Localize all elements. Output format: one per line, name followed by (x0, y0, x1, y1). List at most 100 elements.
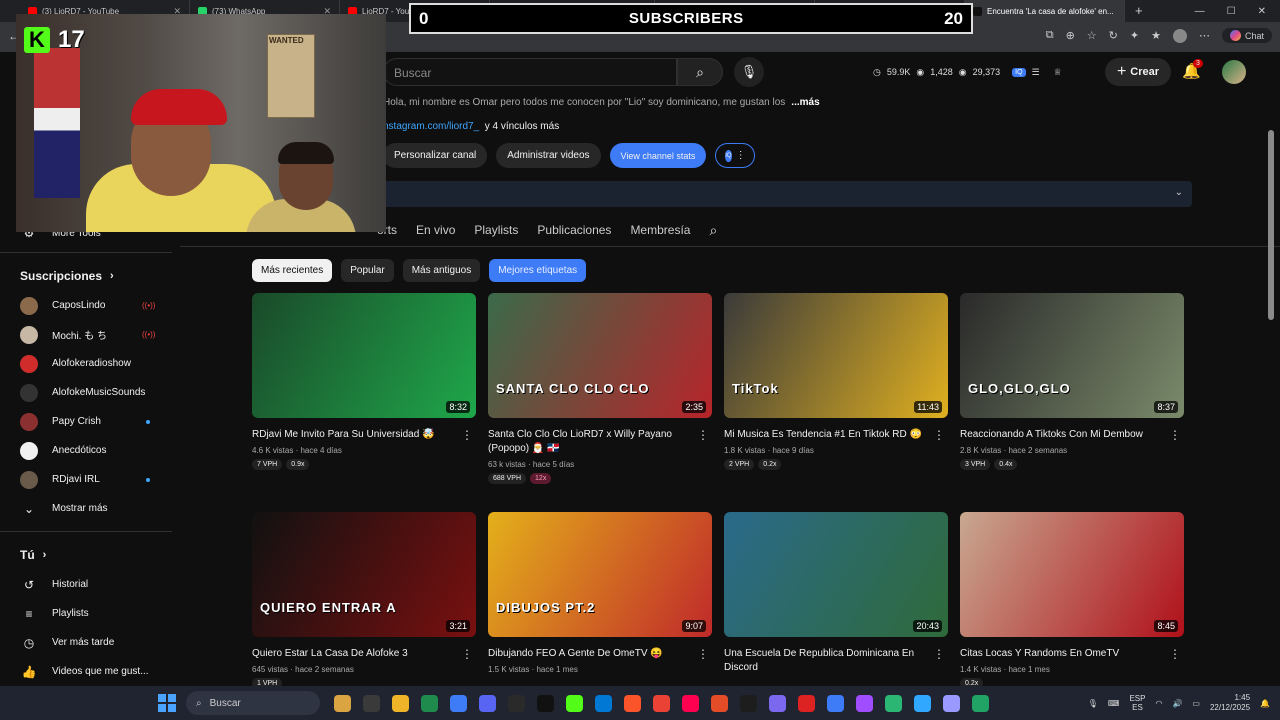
tab-membership[interactable]: Membresía (630, 223, 690, 237)
more-vertical-icon[interactable]: ⋮ (697, 647, 709, 661)
maximize-icon[interactable]: ☐ (1227, 6, 1236, 17)
manage-videos-button[interactable]: Administrar videos (496, 143, 601, 168)
taskbar-app-icon[interactable] (421, 694, 438, 712)
refresh-icon[interactable]: ↻ (1109, 29, 1118, 42)
taskbar-app-icon[interactable] (450, 694, 467, 712)
taskbar-app-icon[interactable] (479, 694, 496, 712)
sidebar-item-history[interactable]: ↺ Historial (0, 570, 176, 599)
page-scrollbar[interactable] (1268, 130, 1274, 320)
video-title[interactable]: Santa Clo Clo Clo LioRD7 x Willy Payano … (488, 428, 698, 456)
more-vertical-icon[interactable]: ⋮ (933, 428, 945, 442)
you-header[interactable]: Tú › (0, 540, 176, 570)
video-card[interactable]: SANTA CLO CLO CLO 2:35 Santa Clo Clo Clo L… (488, 293, 712, 484)
video-card[interactable]: DIBUJOS PT.2 9:07 Dibujando FEO A Gente De… (488, 512, 712, 674)
taskbar-app-icon[interactable] (537, 694, 554, 712)
vidiq-menu-button[interactable]: IQ ⋮ (715, 143, 756, 168)
subscription-item[interactable]: Mochi. も ち ((•)) (0, 320, 176, 349)
subscription-item[interactable]: Papy Crish (0, 407, 176, 436)
taskbar-app-icon[interactable] (595, 694, 612, 712)
notification-icon[interactable]: 🔔 (1260, 699, 1270, 708)
video-title[interactable]: Quiero Estar La Casa De Alofoke 3 (252, 647, 462, 661)
copilot-chat-button[interactable]: Chat (1221, 28, 1272, 43)
chevron-down-icon[interactable]: ⌄ (1175, 187, 1183, 198)
more-vertical-icon[interactable]: ⋮ (461, 428, 473, 442)
taskbar-app-icon[interactable] (943, 694, 960, 712)
taskbar-app-icon[interactable] (769, 694, 786, 712)
subscriptions-header[interactable]: Suscripciones › (0, 261, 176, 291)
profile-icon[interactable] (1172, 28, 1187, 43)
tab-posts[interactable]: Publicaciones (537, 223, 611, 237)
video-thumbnail[interactable]: GLO,GLO,GLO 8:37 (960, 293, 1184, 418)
subscription-item[interactable]: CaposLindo ((•)) (0, 291, 176, 320)
language-indicator[interactable]: ESP ES (1129, 694, 1145, 712)
search-input[interactable]: Buscar (383, 58, 677, 86)
voice-search-button[interactable]: 🎙 (734, 57, 764, 87)
subscription-item[interactable]: AlofokeMusicSounds (0, 378, 176, 407)
video-thumbnail[interactable]: 8:32 (252, 293, 476, 418)
menu-dots-icon[interactable]: ⋯ (1199, 29, 1210, 42)
list-icon[interactable]: ☰ (1032, 67, 1040, 78)
new-tab-icon[interactable]: + (1125, 0, 1153, 22)
trophy-icon[interactable]: ♕ (1054, 67, 1062, 78)
video-title[interactable]: Citas Locas Y Randoms En OmeTV (960, 647, 1170, 661)
windows-start-icon[interactable] (158, 694, 176, 712)
zoom-icon[interactable]: ⊕ (1066, 29, 1075, 42)
taskbar-app-icon[interactable] (334, 694, 351, 712)
taskbar-app-icon[interactable] (624, 694, 641, 712)
video-card[interactable]: 8:32 RDjavi Me Invito Para Su Universidad… (252, 293, 476, 470)
bookmark-star-icon[interactable]: ☆ (1087, 29, 1097, 42)
close-window-icon[interactable]: ✕ (1258, 6, 1266, 17)
more-vertical-icon[interactable]: ⋮ (461, 647, 473, 661)
taskbar-app-icon[interactable] (566, 694, 583, 712)
taskbar-app-icon[interactable] (653, 694, 670, 712)
taskbar-app-icon[interactable] (711, 694, 728, 712)
filter-best-tags[interactable]: Mejores etiquetas (489, 259, 587, 282)
account-avatar[interactable] (1222, 60, 1246, 84)
taskbar-app-icon[interactable] (885, 694, 902, 712)
create-button[interactable]: + Crear (1105, 58, 1171, 86)
sidebar-item-liked-videos[interactable]: 👍 Videos que me gust... (0, 657, 176, 686)
description-more-link[interactable]: ...más (791, 97, 819, 108)
video-thumbnail[interactable]: TikTok 11:43 (724, 293, 948, 418)
tab-playlists[interactable]: Playlists (474, 223, 518, 237)
taskbar-app-icon[interactable] (508, 694, 525, 712)
taskbar-app-icon[interactable] (392, 694, 409, 712)
favorites-icon[interactable]: ★ (1151, 29, 1161, 42)
subscription-item[interactable]: RDjavi IRL (0, 465, 176, 494)
volume-icon[interactable]: 🔊 (1172, 699, 1182, 708)
wifi-icon[interactable]: ◠ (1155, 699, 1162, 708)
video-thumbnail[interactable]: DIBUJOS PT.2 9:07 (488, 512, 712, 637)
filter-popular[interactable]: Popular (341, 259, 394, 282)
puzzle-icon[interactable]: ✦ (1130, 29, 1139, 42)
taskbar-app-icon[interactable] (856, 694, 873, 712)
more-vertical-icon[interactable]: ⋮ (1169, 647, 1181, 661)
filter-recent[interactable]: Más recientes (252, 259, 333, 282)
search-button[interactable]: ⌕ (677, 58, 723, 86)
video-thumbnail[interactable]: QUIERO ENTRAR A 3:21 (252, 512, 476, 637)
video-title[interactable]: Una Escuela De Republica Dominicana En D… (724, 647, 934, 675)
more-vertical-icon[interactable]: ⋮ (1169, 428, 1181, 442)
taskbar-search[interactable]: ⌕ Buscar (186, 691, 320, 715)
video-title[interactable]: Mi Musica Es Tendencia #1 En Tiktok RD 😳 (724, 428, 934, 442)
instagram-link[interactable]: nstagram.com/liord7_ (383, 121, 479, 132)
extension-icon[interactable]: ⧉ (1046, 29, 1054, 42)
battery-icon[interactable]: ▭ (1192, 699, 1200, 708)
sidebar-item-watch-later[interactable]: ◷ Ver más tarde (0, 628, 176, 657)
taskbar-app-icon[interactable] (740, 694, 757, 712)
taskbar-app-icon[interactable] (827, 694, 844, 712)
video-title[interactable]: Dibujando FEO A Gente De OmeTV 😝 (488, 647, 698, 661)
show-more-button[interactable]: ⌄ Mostrar más (0, 494, 176, 523)
filter-oldest[interactable]: Más antiguos (402, 259, 481, 282)
keyboard-icon[interactable]: ⌨ (1108, 699, 1120, 708)
minimize-icon[interactable]: — (1195, 6, 1205, 17)
subscription-item[interactable]: Anecdóticos (0, 436, 176, 465)
video-title[interactable]: Reaccionando A Tiktoks Con Mi Dembow (960, 428, 1170, 442)
tab-live[interactable]: En vivo (416, 223, 455, 237)
view-channel-stats-button[interactable]: View channel stats (609, 143, 707, 168)
more-vertical-icon[interactable]: ⋮ (933, 647, 945, 661)
browser-tab[interactable]: Encuentra 'La casa de alofoke' en...✕ (965, 0, 1125, 22)
subscription-item[interactable]: Alofokeradioshow (0, 349, 176, 378)
video-card[interactable]: QUIERO ENTRAR A 3:21 Quiero Estar La Casa … (252, 512, 476, 689)
video-thumbnail[interactable]: 8:45 (960, 512, 1184, 637)
taskbar-app-icon[interactable] (682, 694, 699, 712)
